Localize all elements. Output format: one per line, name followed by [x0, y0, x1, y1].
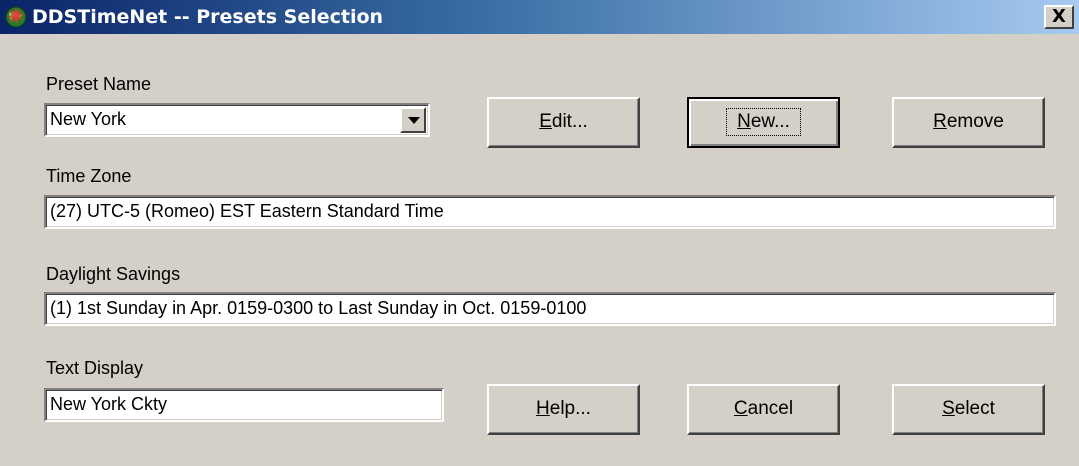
help-button[interactable]: Help... — [487, 384, 640, 435]
text-display-label: Text Display — [46, 358, 144, 378]
globe-icon — [5, 6, 27, 28]
close-button[interactable]: X — [1044, 5, 1074, 29]
chevron-down-icon — [408, 117, 420, 124]
remove-button[interactable]: Remove — [892, 97, 1045, 148]
preset-name-label: Preset Name — [46, 74, 152, 94]
presets-selection-dialog: DDSTimeNet -- Presets Selection X Preset… — [0, 0, 1079, 466]
text-display-input[interactable]: New York Ckty — [44, 388, 444, 422]
title-bar[interactable]: DDSTimeNet -- Presets Selection X — [0, 0, 1079, 34]
window-title: DDSTimeNet -- Presets Selection — [32, 6, 384, 28]
daylight-savings-value: (1) 1st Sunday in Apr. 0159-0300 to Last… — [50, 298, 587, 318]
new-button[interactable]: New... — [687, 97, 840, 148]
close-icon: X — [1052, 6, 1066, 27]
time-zone-label: Time Zone — [46, 166, 132, 186]
daylight-savings-label: Daylight Savings — [46, 264, 181, 284]
preset-name-combobox[interactable]: New York — [44, 103, 430, 137]
daylight-savings-field[interactable]: (1) 1st Sunday in Apr. 0159-0300 to Last… — [44, 292, 1056, 326]
time-zone-field[interactable]: (27) UTC-5 (Romeo) EST Eastern Standard … — [44, 195, 1056, 229]
preset-name-value: New York — [50, 109, 127, 129]
cancel-button[interactable]: Cancel — [687, 384, 840, 435]
combo-dropdown-button[interactable] — [400, 107, 426, 133]
text-display-value: New York Ckty — [50, 394, 168, 414]
select-button[interactable]: Select — [892, 384, 1045, 435]
edit-button[interactable]: Edit... — [487, 97, 640, 148]
time-zone-value: (27) UTC-5 (Romeo) EST Eastern Standard … — [50, 201, 444, 221]
